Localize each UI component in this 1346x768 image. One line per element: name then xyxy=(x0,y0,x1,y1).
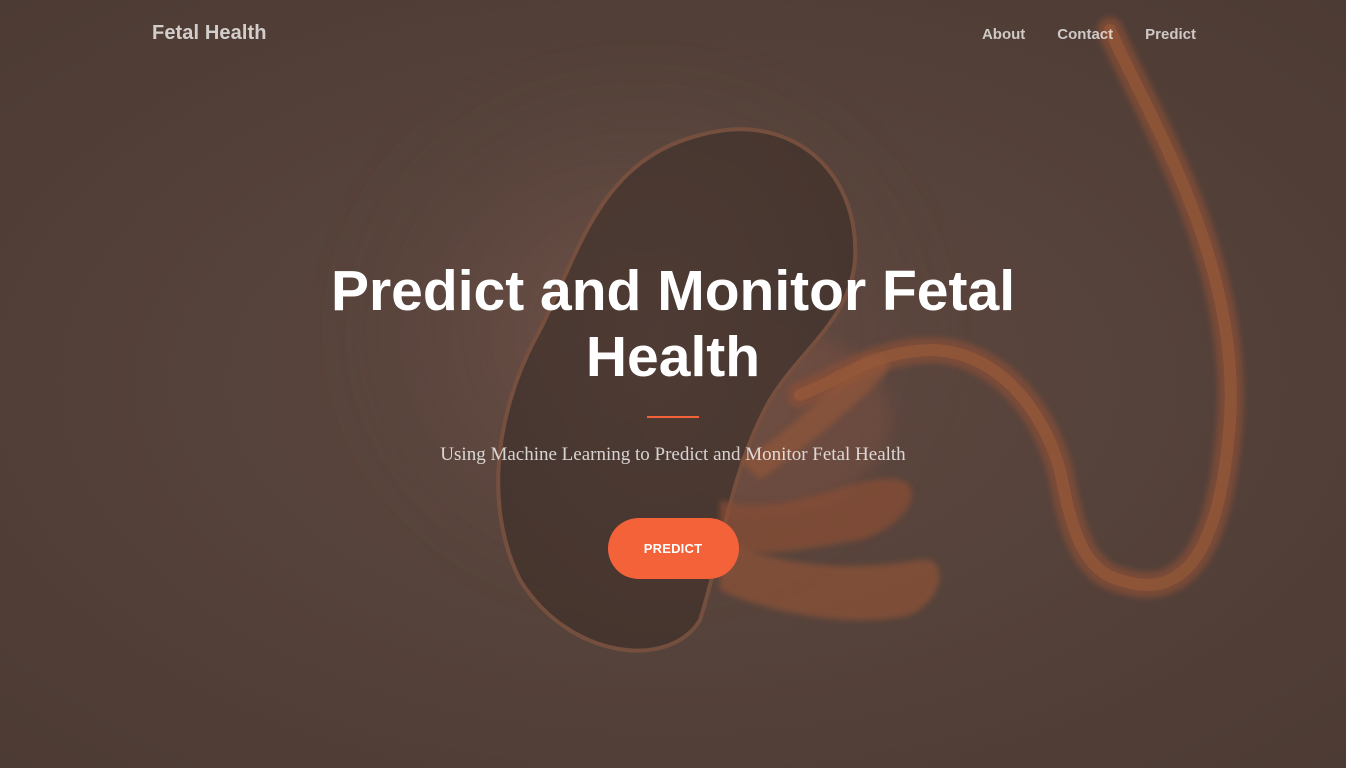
nav-link-about[interactable]: About xyxy=(982,26,1025,43)
hero-subtitle: Using Machine Learning to Predict and Mo… xyxy=(440,444,906,465)
title-divider xyxy=(647,416,699,418)
nav-link-predict[interactable]: Predict xyxy=(1145,26,1196,43)
hero-title: Predict and Monitor Fetal Health xyxy=(330,259,1016,389)
brand-logo-link[interactable]: Fetal Health xyxy=(152,22,267,45)
hero-content: Predict and Monitor Fetal Health Using M… xyxy=(0,258,1346,579)
navbar: Fetal Health About Contact Predict xyxy=(0,0,1346,70)
nav-link-contact[interactable]: Contact xyxy=(1057,26,1113,43)
nav-links: About Contact Predict xyxy=(982,26,1196,43)
predict-button[interactable]: PREDICT xyxy=(607,518,739,579)
